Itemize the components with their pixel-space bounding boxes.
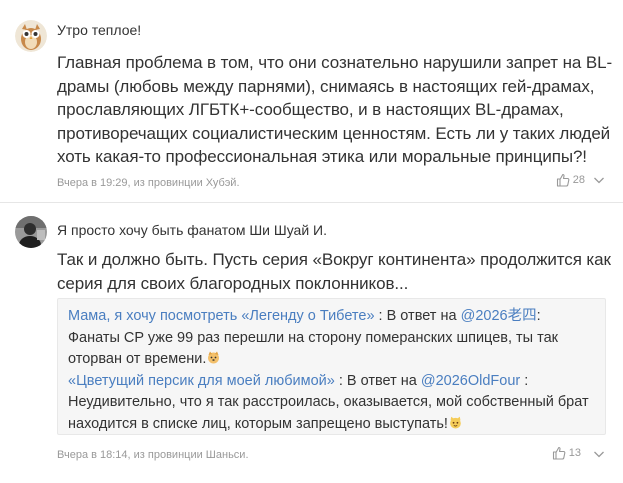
comment-username[interactable]: Я просто хочу быть фанатом Ши Шуай И.	[57, 221, 327, 239]
like-count: 28	[572, 174, 585, 186]
comment-item: Утро теплое! Главная проблема в том, что…	[0, 0, 623, 203]
like-button[interactable]: 28	[556, 173, 585, 187]
like-button[interactable]: 13	[552, 446, 581, 460]
quote-author-link[interactable]: Мама, я хочу посмотреть «Легенду о Тибет…	[68, 308, 375, 324]
quote-separator: : В ответ на	[374, 308, 461, 324]
quoted-reply: Мама, я хочу посмотреть «Легенду о Тибет…	[68, 306, 595, 371]
quote-separator: : В ответ на	[334, 372, 421, 389]
quote-mention-link[interactable]: @2026OldFour	[421, 373, 520, 389]
comment-meta: Вчера в 19:29, из провинции Хубэй.	[57, 177, 240, 189]
dog-emoji-icon	[208, 351, 220, 364]
thumbs-up-icon	[556, 173, 570, 187]
chevron-down-icon[interactable]	[592, 173, 606, 187]
quote-mention-link[interactable]: @2026老四	[461, 308, 537, 324]
quote-author-link[interactable]: «Цветущий персик для моей любимой»	[68, 373, 335, 389]
comment-username[interactable]: Утро теплое!	[57, 21, 141, 39]
quoted-reply: «Цветущий персик для моей любимой» : В о…	[68, 371, 595, 436]
comment-text: Главная проблема в том, что они сознател…	[57, 53, 613, 166]
quoted-replies: Мама, я хочу посмотреть «Легенду о Тибет…	[57, 298, 606, 435]
chevron-down-icon[interactable]	[592, 447, 606, 461]
cat-emoji-icon	[450, 416, 461, 428]
comment-text: Так и должно быть. Пусть серия «Вокруг к…	[57, 250, 611, 293]
person-avatar-icon[interactable]	[15, 216, 47, 248]
owl-avatar-icon[interactable]	[15, 20, 47, 52]
like-count: 13	[568, 447, 581, 459]
thumbs-up-icon	[552, 446, 566, 460]
comment-meta: Вчера в 18:14, из провинции Шаньси.	[57, 449, 249, 461]
comment-item: Я просто хочу быть фанатом Ши Шуай И. Та…	[0, 204, 623, 483]
